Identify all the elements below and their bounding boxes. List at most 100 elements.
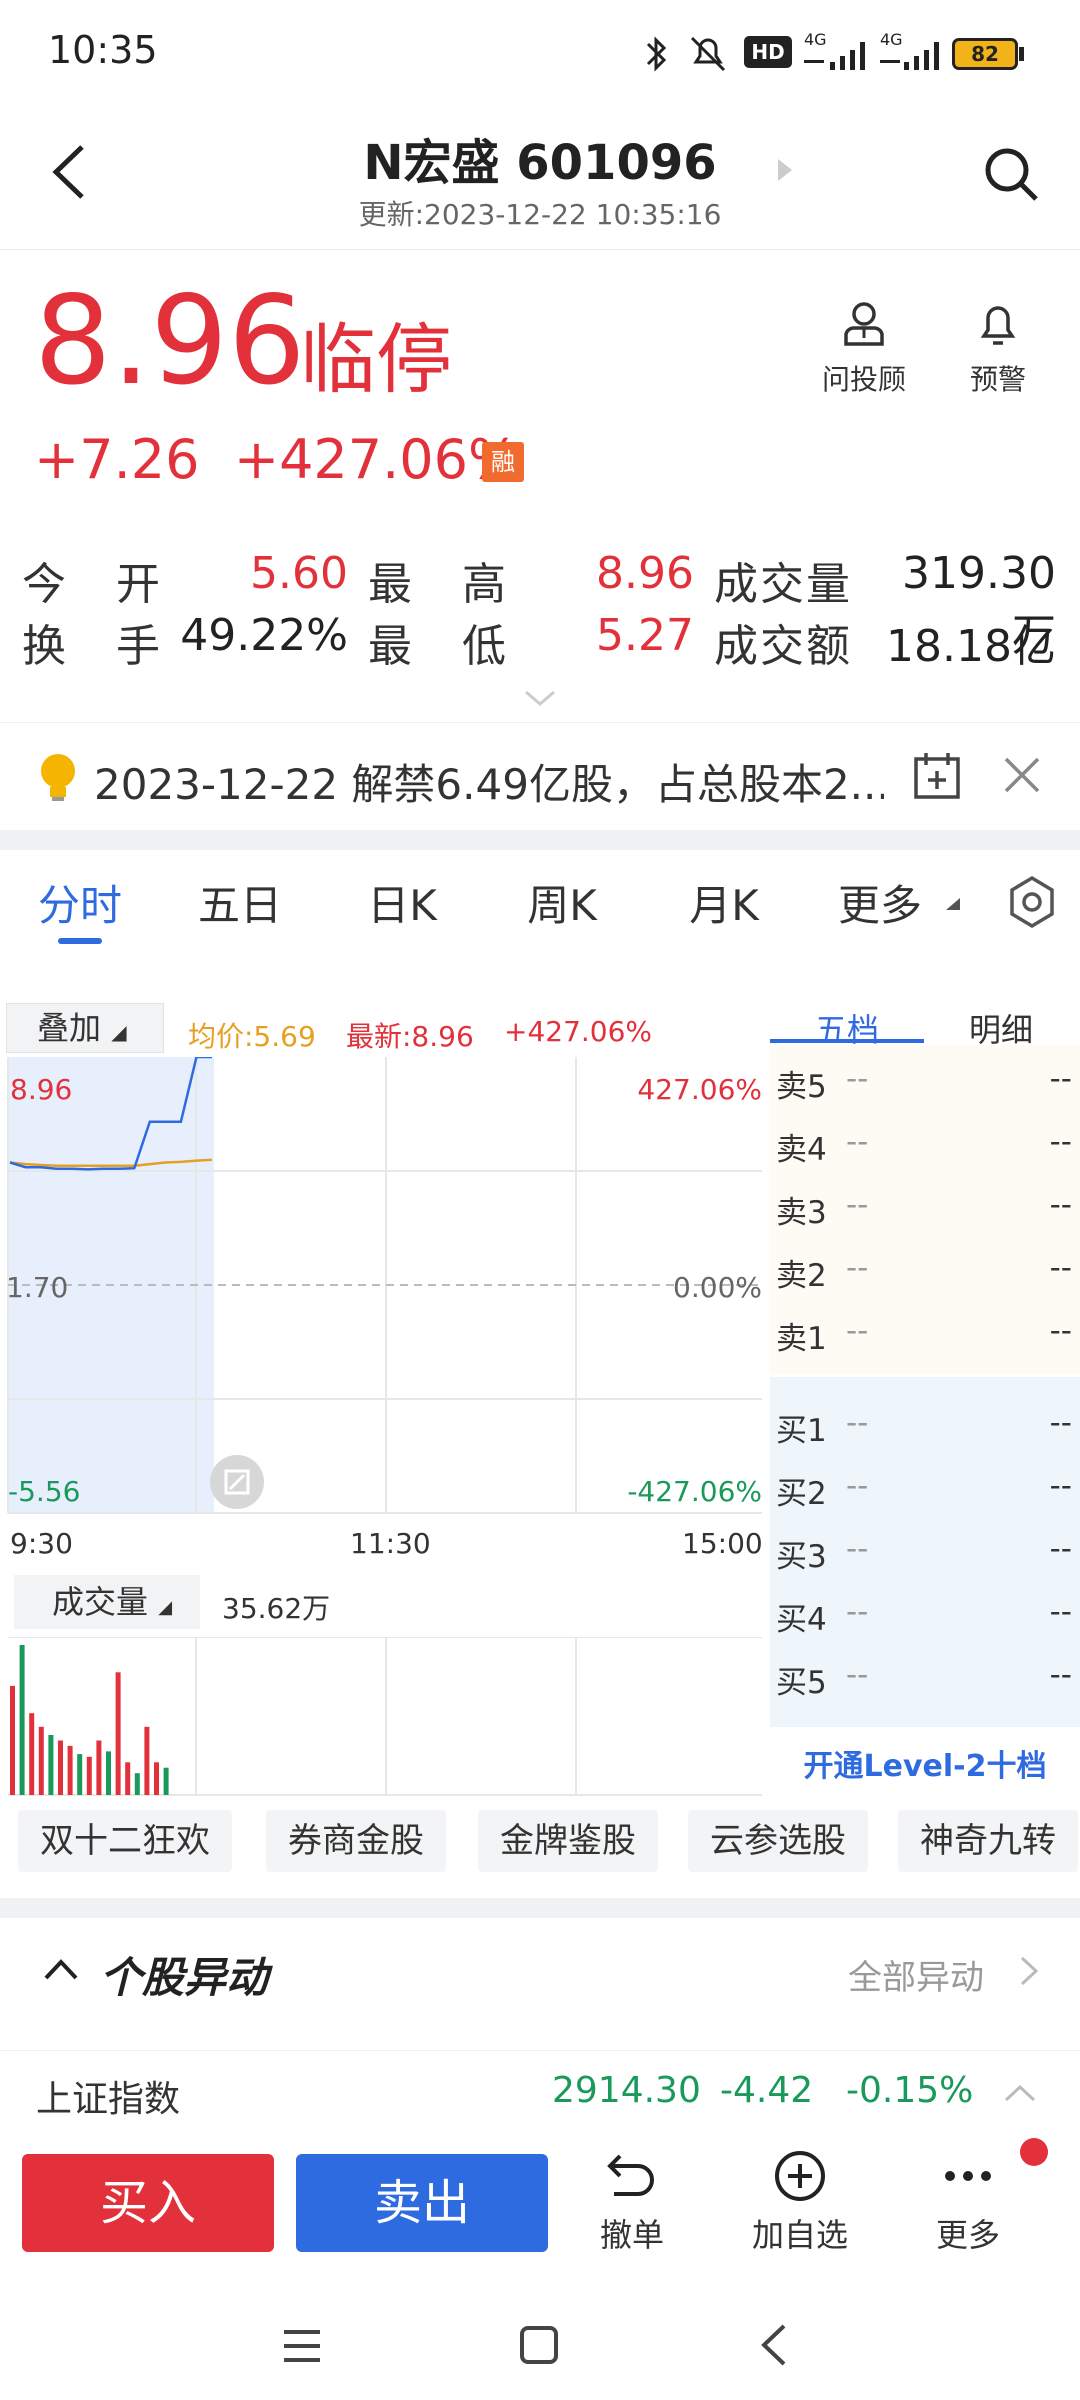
stock-title: N宏盛 601096 [363,135,717,191]
volume-bar [67,1745,73,1795]
cancel-order-button[interactable]: 撤单 [562,2148,702,2256]
volume-bar [38,1726,44,1795]
battery-tip [1019,47,1024,61]
theme-chips: 双十二狂欢 券商金股 金牌鉴股 云参选股 神奇九转 [0,1810,1080,1890]
more-button[interactable]: 更多 [898,2148,1038,2256]
bid-row[interactable]: 买2 -- -- [776,1468,1076,1512]
y-top-label: 8.96 [10,1073,73,1106]
ask-row[interactable]: 卖4 -- -- [776,1124,1076,1168]
index-pct: -0.15% [846,2070,974,2111]
level-price: -- [846,1124,869,1160]
high-value: 8.96 [596,548,694,599]
volume-indicator-label: 成交量 [52,1583,149,1621]
volume-selector[interactable]: 成交量 ◢ [14,1575,200,1629]
level-label: 买4 [776,1602,827,1638]
home-icon[interactable] [518,2324,560,2366]
bid-row[interactable]: 买3 -- -- [776,1531,1076,1575]
more-dots-icon [945,2171,991,2181]
calendar-icon[interactable] [912,751,962,801]
pct-top-label: 427.06% [637,1073,762,1106]
section-divider [0,830,1080,850]
chip-broker-golden[interactable]: 券商金股 [266,1810,446,1872]
tab-daily-k[interactable]: 日K [352,872,452,933]
volume-chart-svg[interactable] [0,1637,770,1797]
level-price: -- [846,1657,869,1693]
open-label: 今 开 [22,559,178,610]
level-volume: -- [1049,1405,1072,1441]
add-watchlist-button[interactable]: 加自选 [730,2148,870,2256]
buy-button[interactable]: 买入 [22,2154,274,2252]
index-ticker[interactable]: 上证指数 2914.30 -4.42 -0.15% [0,2052,1080,2132]
level-label: 买5 [776,1665,827,1701]
expand-icon [224,1469,250,1495]
price-change: +7.26 +427.06% [34,428,519,491]
turnover-label: 换 手 [22,621,178,672]
tab-monthly-k[interactable]: 月K [674,872,774,933]
alert-label: 预警 [969,363,1026,396]
notice-bar[interactable]: 2023-12-22 解禁6.49亿股，占总股本2... [0,722,1080,830]
volume-bar [19,1645,25,1795]
back-nav-icon[interactable] [758,2322,790,2368]
volume-label: 成交量 [714,559,852,610]
undo-icon [607,2154,654,2196]
advisor-button[interactable]: 问投顾 [804,300,924,398]
level-volume: -- [1049,1187,1072,1223]
all-anomaly-link[interactable]: 全部异动 [848,1950,984,1999]
expand-chart-button[interactable] [210,1455,264,1509]
advisor-label: 问投顾 [821,363,906,396]
orderbook-tab-indicator [770,1039,924,1043]
expand-chevron-icon[interactable] [522,688,558,708]
level-label: 买3 [776,1539,827,1575]
anomaly-title: 个股异动 [100,1953,269,2002]
overlay-selector[interactable]: 叠加 ◢ [6,1003,164,1053]
signal-icon-1 [804,42,865,70]
volume-bar [144,1726,150,1795]
tab-five-day[interactable]: 五日 [190,872,290,933]
level2-link[interactable]: 开通Level-2十档 [770,1741,1080,1785]
active-tab-indicator [58,938,102,944]
alert-button[interactable]: 预警 [938,300,1058,398]
pct-bottom-label: -427.06% [627,1475,762,1508]
action-bar: 买入 卖出 撤单 加自选 更多 [0,2130,1080,2290]
volume-bar [77,1754,83,1795]
trading-state: 临停 [300,315,452,404]
menu-icon[interactable] [280,2326,324,2366]
level-volume: -- [1049,1594,1072,1630]
hd-badge: HD [744,36,792,68]
sell-button[interactable]: 卖出 [296,2154,548,2252]
ask-row[interactable]: 卖3 -- -- [776,1187,1076,1231]
notice-text: 2023-12-22 解禁6.49亿股，占总股本2... [94,760,884,809]
volume-bar [29,1713,35,1795]
change-pct: +427.06% [233,428,520,491]
chip-cloud-select[interactable]: 云参选股 [688,1810,868,1872]
collapse-chevron-icon[interactable] [42,1956,80,1982]
chip-gold-review[interactable]: 金牌鉴股 [478,1810,658,1872]
x-label-open: 9:30 [10,1527,73,1560]
turnover-value: 49.22% [180,610,348,661]
volume-total: 35.62万 [222,1592,331,1625]
ask-row[interactable]: 卖2 -- -- [776,1250,1076,1294]
latest-pct: +427.06% [504,1015,653,1048]
index-name: 上证指数 [36,2079,181,2120]
bid-row[interactable]: 买4 -- -- [776,1594,1076,1638]
next-stock-icon[interactable] [774,155,796,185]
chip-double-twelve[interactable]: 双十二狂欢 [18,1810,232,1872]
tab-more[interactable]: 更多 [830,872,930,933]
margin-badge: 融 [482,442,524,482]
bid-row[interactable]: 买5 -- -- [776,1657,1076,1701]
tab-weekly-k[interactable]: 周K [512,872,612,933]
more-label: 更多 [935,2216,1000,2254]
ask-row[interactable]: 卖1 -- -- [776,1313,1076,1357]
volume-bar [58,1740,63,1795]
chip-magic-nine[interactable]: 神奇九转 [898,1810,1078,1872]
search-icon[interactable] [982,145,1042,205]
tab-intraday[interactable]: 分时 [30,872,130,933]
volume-bar [134,1773,140,1795]
ask-row[interactable]: 卖5 -- -- [776,1061,1076,1105]
bid-row[interactable]: 买1 -- -- [776,1405,1076,1449]
level-volume: -- [1049,1531,1072,1567]
high-label: 最 高 [368,559,524,610]
latest-price: 最新:8.96 [346,1020,474,1053]
close-icon[interactable] [1002,755,1042,795]
settings-icon[interactable] [1004,874,1060,930]
